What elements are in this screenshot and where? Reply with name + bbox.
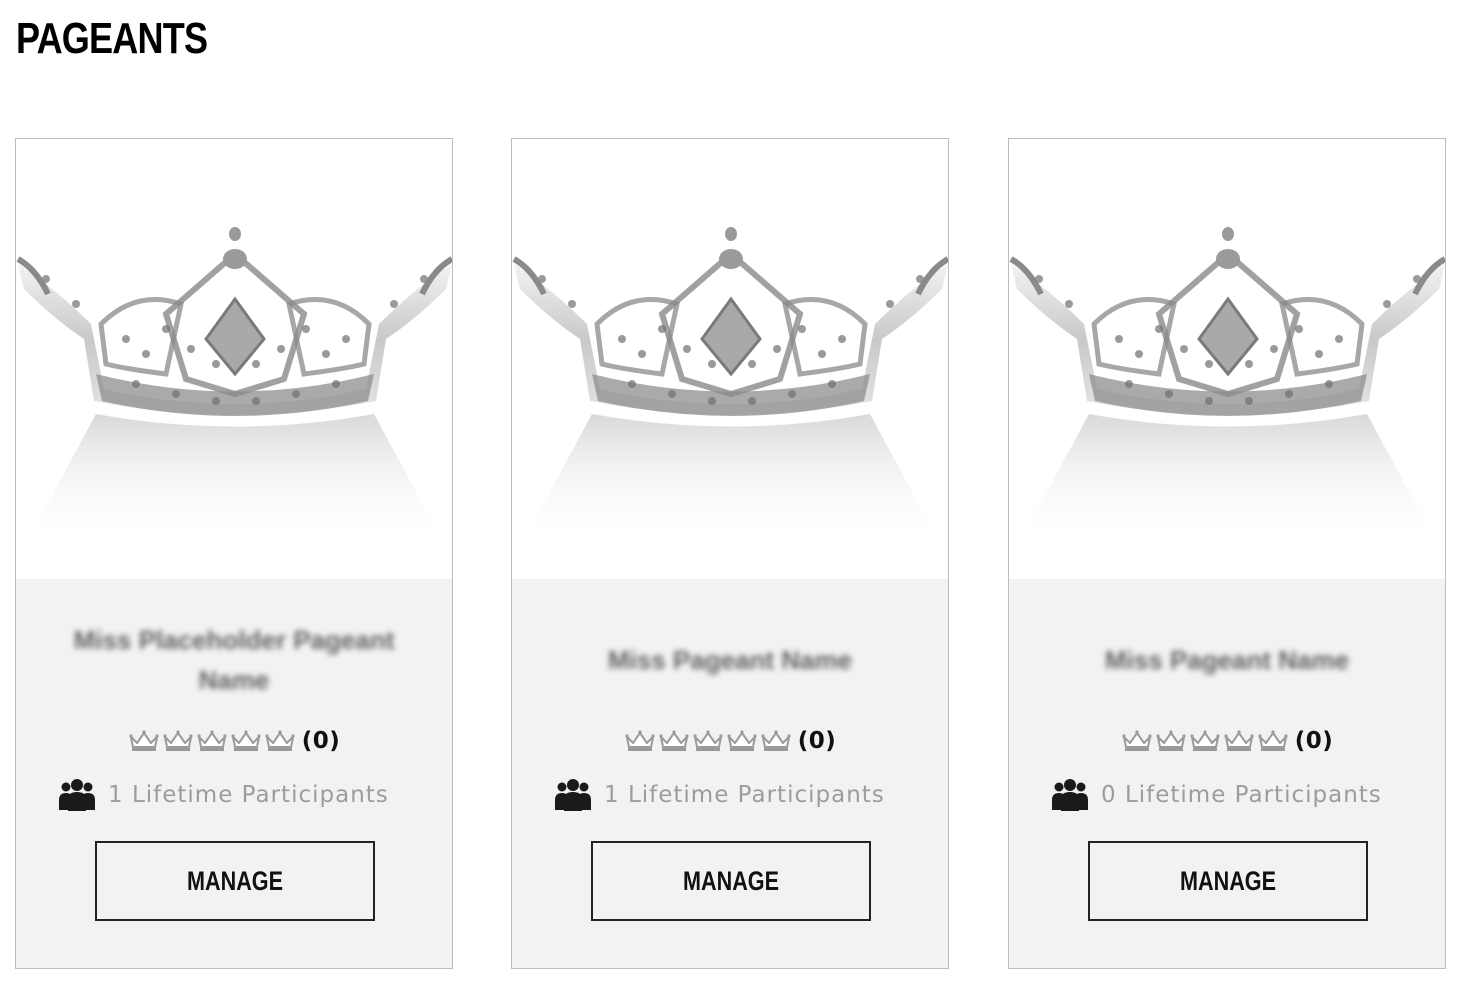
rating-count: (0) — [797, 728, 837, 754]
manage-label: MANAGE — [1180, 865, 1276, 896]
rating: (0) — [1009, 726, 1445, 756]
crown-rating-icon — [265, 730, 295, 751]
manage-button[interactable]: MANAGE — [95, 841, 375, 921]
crown-rating-icon — [197, 730, 227, 751]
manage-button[interactable]: MANAGE — [1088, 841, 1368, 921]
crown-illustration — [16, 227, 452, 544]
crown-image — [512, 139, 948, 579]
rating-count: (0) — [301, 728, 341, 754]
participants-count: 0 Lifetime Participants — [1101, 782, 1382, 808]
rating-count: (0) — [1294, 728, 1334, 754]
people-icon — [1052, 779, 1088, 811]
crown-rating-icon — [659, 730, 689, 751]
page-title: PAGEANTS — [16, 14, 208, 63]
manage-label: MANAGE — [683, 865, 779, 896]
crown-rating-icon — [1156, 730, 1186, 751]
crown-illustration — [1009, 227, 1445, 544]
pageant-name: Miss Placeholder Pageant Name — [73, 625, 395, 695]
crown-rating-icon — [1258, 730, 1288, 751]
crown-rating-icon — [1190, 730, 1220, 751]
crown-rating-icon — [1122, 730, 1152, 751]
pageant-card: Miss Pageant Name (0) 0 Lifetime Partici… — [1008, 138, 1446, 969]
participants-count: 1 Lifetime Participants — [604, 782, 885, 808]
rating: (0) — [512, 726, 948, 756]
participants-count: 1 Lifetime Participants — [108, 782, 389, 808]
participants: 0 Lifetime Participants — [1051, 777, 1382, 813]
pageant-card: Miss Pageant Name (0) 1 Lifetime Partici… — [511, 138, 949, 969]
crown-illustration — [512, 227, 948, 544]
crown-rating-icon — [693, 730, 723, 751]
rating: (0) — [16, 726, 452, 756]
pageant-name: Miss Pageant Name — [607, 645, 853, 675]
people-icon — [555, 779, 591, 811]
crown-rating — [624, 729, 792, 753]
people-icon — [59, 779, 95, 811]
crown-rating — [128, 729, 296, 753]
crown-rating-icon — [231, 730, 261, 751]
pageant-card: Miss Placeholder Pageant Name (0) 1 Life… — [15, 138, 453, 969]
participants: 1 Lifetime Participants — [58, 777, 389, 813]
crown-rating-icon — [129, 730, 159, 751]
crown-image — [1009, 139, 1445, 579]
participants: 1 Lifetime Participants — [554, 777, 885, 813]
crown-rating-icon — [163, 730, 193, 751]
crown-rating-icon — [1224, 730, 1254, 751]
crown-rating-icon — [625, 730, 655, 751]
crown-rating-icon — [761, 730, 791, 751]
crown-rating-icon — [727, 730, 757, 751]
pageant-name: Miss Pageant Name — [1104, 645, 1350, 675]
manage-button[interactable]: MANAGE — [591, 841, 871, 921]
crown-rating — [1121, 729, 1289, 753]
crown-image — [16, 139, 452, 579]
manage-label: MANAGE — [187, 865, 283, 896]
